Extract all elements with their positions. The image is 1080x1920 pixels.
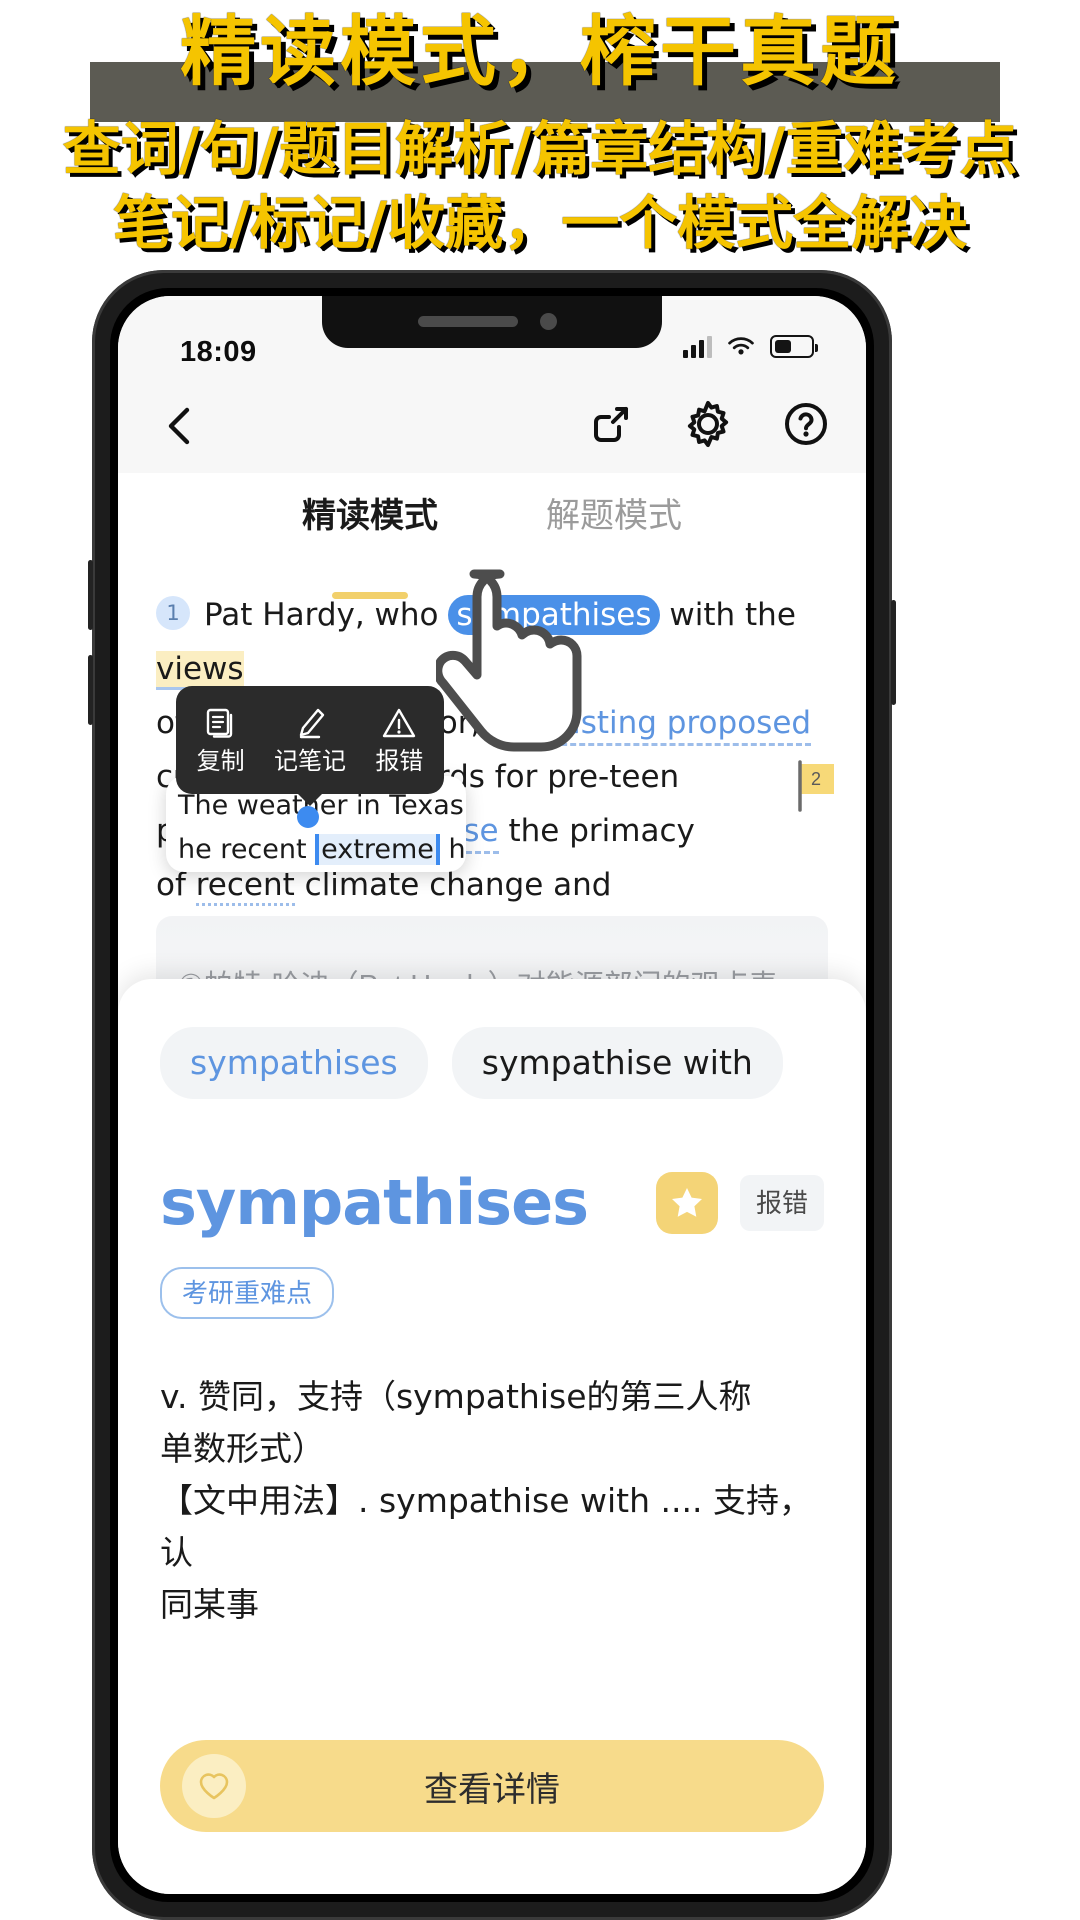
signal-bars-icon — [683, 336, 712, 358]
promo-subtitle-line-2: 笔记/标记/收藏，一个模式全解决 — [112, 189, 968, 257]
report-error-button[interactable]: 报错 — [739, 1175, 824, 1231]
svg-text:2: 2 — [811, 769, 821, 789]
passage-text: with the — [659, 597, 796, 633]
status-time: 18:09 — [180, 336, 257, 368]
context-menu-label: 报错 — [375, 747, 424, 775]
definition-block: v. 赞同，支持（sympathise的第三人称 单数形式） 【文中用法】. s… — [160, 1371, 824, 1631]
star-icon — [671, 1188, 702, 1217]
battery-icon — [770, 335, 818, 358]
phone-screen: 18:09 精读模式 解题模式 1 Pat Hardy, who sympath… — [118, 296, 866, 1894]
chevron-left-icon — [168, 407, 190, 445]
keyword-recent[interactable]: recent — [195, 867, 295, 906]
passage-text: the primacy — [498, 813, 695, 849]
dictionary-bottom-sheet: sympathises sympathise with sympathises … — [118, 979, 866, 1894]
selection-handle-start[interactable] — [297, 806, 319, 828]
highlighted-word-views[interactable]: views — [156, 651, 244, 690]
word-chips: sympathises sympathise with — [160, 1027, 824, 1099]
sentence-number-badge[interactable]: 1 — [156, 596, 190, 630]
app-navbar — [118, 378, 866, 473]
text-context-menu: 复制 记笔记 报错 — [176, 686, 444, 806]
headword-row: sympathises 报错 — [160, 1165, 824, 1241]
gear-icon[interactable] — [682, 398, 734, 450]
definition-line: 同某事 — [160, 1585, 259, 1624]
promo-title: 精读模式，榨干真题 — [180, 7, 900, 96]
power-button[interactable] — [891, 600, 896, 705]
volume-up-button[interactable] — [88, 560, 93, 630]
selection-line-2: he recent extreme heat, but t — [178, 828, 466, 872]
earpiece-speaker — [418, 316, 518, 327]
warning-triangle-icon — [357, 703, 441, 743]
definition-line: v. 赞同，支持（sympathise的第三人称 — [160, 1377, 752, 1416]
bookmark-flag[interactable]: 2 — [794, 760, 840, 812]
context-menu-arrow — [296, 792, 324, 806]
selection-text: heat, but t — [448, 834, 466, 865]
phone-mockup: 18:09 精读模式 解题模式 1 Pat Hardy, who sympath… — [88, 270, 896, 1920]
context-menu-label: 复制 — [196, 747, 245, 775]
status-indicators — [683, 334, 818, 358]
passage-text: climate change and — [294, 867, 612, 903]
context-menu-label: 记笔记 — [273, 747, 346, 775]
heart-badge-icon — [182, 1754, 246, 1818]
definition-line: 【文中用法】. sympathise with .... 支持，认 — [160, 1481, 812, 1572]
chip-sympathise-with[interactable]: sympathise with — [451, 1027, 783, 1099]
passage-text: Pat Hardy, who — [204, 597, 449, 633]
hand-pointer-cursor — [433, 566, 586, 791]
back-button[interactable] — [154, 400, 206, 452]
context-menu-note[interactable]: 记笔记 — [268, 703, 352, 778]
volume-down-button[interactable] — [88, 655, 93, 725]
chip-sympathises[interactable]: sympathises — [160, 1027, 428, 1099]
difficulty-tag: 考研重难点 — [160, 1267, 335, 1319]
pencil-icon — [268, 703, 352, 743]
copy-icon — [179, 703, 263, 743]
selection-text: he recent — [178, 834, 316, 865]
cta-label: 查看详情 — [424, 1770, 560, 1809]
wifi-icon — [728, 337, 754, 355]
tab-label: 解题模式 — [546, 497, 682, 535]
question-circle-icon[interactable] — [780, 398, 832, 450]
promo-subtitle-line-1: 查词/句/题目解析/篇章结构/重难考点 — [62, 115, 1018, 183]
tab-label: 精读模式 — [302, 497, 438, 535]
share-external-icon[interactable] — [586, 399, 636, 449]
favorite-button[interactable] — [655, 1172, 718, 1234]
selected-text-extreme[interactable]: extreme — [315, 834, 440, 865]
phone-bezel: 18:09 精读模式 解题模式 1 Pat Hardy, who sympath… — [110, 288, 874, 1902]
view-details-button[interactable]: 查看详情 — [160, 1740, 824, 1832]
definition-line: 单数形式） — [160, 1429, 325, 1468]
passage-text: of — [156, 867, 196, 903]
tab-intensive-reading[interactable]: 精读模式 — [302, 491, 438, 599]
front-camera — [540, 313, 557, 330]
navbar-actions — [586, 398, 832, 450]
notch — [322, 296, 662, 348]
promo-screenshot-page: 精读模式，榨干真题 查词/句/题目解析/篇章结构/重难考点 笔记/标记/收藏，一… — [0, 0, 1080, 1920]
context-menu-copy[interactable]: 复制 — [179, 703, 263, 778]
headword: sympathises — [160, 1166, 589, 1239]
context-menu-report[interactable]: 报错 — [357, 703, 441, 778]
